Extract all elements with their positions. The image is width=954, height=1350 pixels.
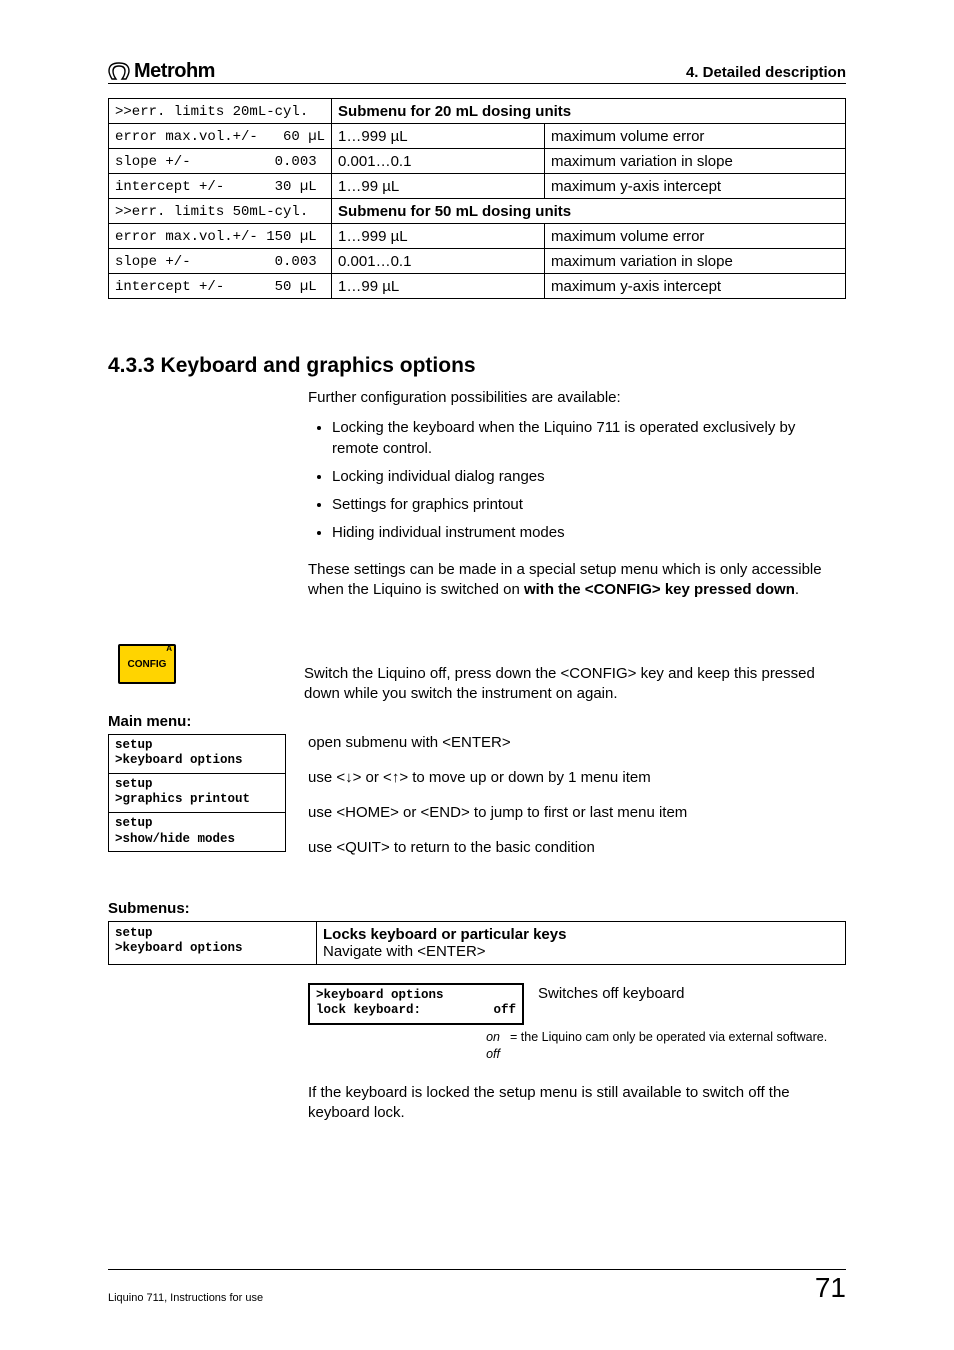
- page-header: Metrohm 4. Detailed description: [108, 60, 846, 84]
- limits-cell: intercept +/- 30 µL: [115, 179, 317, 195]
- menu-desc-quit: use <QUIT> to return to the basic condit…: [308, 839, 846, 856]
- limits-subheader: Submenu for 20 mL dosing units: [332, 99, 846, 124]
- main-menu-label: Main menu:: [108, 713, 846, 730]
- limits-range: 1…999 µL: [332, 124, 545, 149]
- config-key-superscript: A: [166, 644, 172, 653]
- limits-cell: slope +/- 0.003: [115, 254, 317, 270]
- limits-range: 0.001…0.1: [332, 249, 545, 274]
- limits-cell: slope +/- 0.003: [115, 154, 317, 170]
- brand-logo: Metrohm: [108, 60, 215, 83]
- section-note: These settings can be made in a special …: [308, 560, 846, 601]
- keyboard-options-box: >keyboard options lock keyboard: off: [308, 983, 524, 1025]
- feature-item: Locking the keyboard when the Liquino 71…: [332, 418, 846, 459]
- kb-options-detail: on = the Liquino cam only be operated vi…: [476, 1029, 846, 1063]
- limits-desc: maximum y-axis intercept: [545, 174, 846, 199]
- error-limits-table: >>err. limits 20mL-cyl. Submenu for 20 mL…: [108, 98, 846, 299]
- config-key-icon: A CONFIG: [118, 644, 176, 684]
- limits-range: 1…999 µL: [332, 224, 545, 249]
- feature-item: Settings for graphics printout: [332, 495, 846, 515]
- menu-desc-arrows: use <↓> or <↑> to move up or down by 1 m…: [308, 769, 846, 786]
- menu-item-stack: setup >keyboard optionssetup >graphics p…: [108, 734, 286, 853]
- submenu-right-title: Locks keyboard or particular keys: [323, 926, 839, 943]
- feature-list: Locking the keyboard when the Liquino 71…: [308, 418, 846, 543]
- limits-desc: maximum variation in slope: [545, 249, 846, 274]
- submenu-right-text: Navigate with <ENTER>: [323, 943, 839, 960]
- submenu-left: setup >keyboard options: [115, 926, 310, 957]
- limits-cell: intercept +/- 50 µL: [115, 279, 317, 295]
- feature-item: Hiding individual instrument modes: [332, 523, 846, 543]
- kb-box-left: >keyboard options lock keyboard:: [316, 988, 444, 1019]
- opt-on-text: = the Liquino cam only be operated via e…: [510, 1029, 827, 1046]
- section-heading: 4.3.3 Keyboard and graphics options: [108, 354, 846, 378]
- limits-desc: maximum y-axis intercept: [545, 274, 846, 299]
- limits-desc: maximum volume error: [545, 224, 846, 249]
- limits-cell: >>err. limits 50mL-cyl.: [115, 204, 308, 220]
- kb-tail-note: If the keyboard is locked the setup menu…: [308, 1083, 846, 1124]
- config-key-label: CONFIG: [128, 659, 167, 670]
- menu-descriptions: open submenu with <ENTER> use <↓> or <↑>…: [308, 734, 846, 874]
- limits-cell: >>err. limits 20mL-cyl.: [115, 104, 308, 120]
- menu-item-box: setup >keyboard options: [108, 734, 286, 774]
- submenu-table: setup >keyboard options Locks keyboard o…: [108, 921, 846, 965]
- kb-switches-text: Switches off keyboard: [538, 983, 846, 1002]
- opt-on-label: on: [476, 1029, 500, 1046]
- limits-range: 0.001…0.1: [332, 149, 545, 174]
- menu-item-box: setup >show/hide modes: [108, 813, 286, 852]
- limits-range: 1…99 µL: [332, 274, 545, 299]
- submenus-label: Submenus:: [108, 900, 846, 917]
- note-bold: with the <CONFIG> key pressed down: [524, 581, 795, 598]
- limits-desc: maximum volume error: [545, 124, 846, 149]
- menu-desc-home-end: use <HOME> or <END> to jump to first or …: [308, 804, 846, 821]
- metrohm-omega-icon: [108, 62, 130, 82]
- limits-subheader: Submenu for 50 mL dosing units: [332, 199, 846, 224]
- limits-range: 1…99 µL: [332, 174, 545, 199]
- footer-doc-title: Liquino 711, Instructions for use: [108, 1292, 263, 1304]
- menu-item-box: setup >graphics printout: [108, 774, 286, 813]
- header-section-title: 4. Detailed description: [686, 64, 846, 81]
- page-number: 71: [815, 1272, 846, 1304]
- section-intro: Further configuration possibilities are …: [308, 388, 846, 408]
- opt-off-label: off: [476, 1046, 500, 1063]
- note-post: .: [795, 581, 799, 598]
- limits-cell: error max.vol.+/- 60 µL: [115, 129, 325, 145]
- brand-name: Metrohm: [134, 60, 215, 83]
- kb-box-right: off: [493, 1003, 516, 1019]
- limits-desc: maximum variation in slope: [545, 149, 846, 174]
- menu-desc-enter: open submenu with <ENTER>: [308, 734, 846, 751]
- page-footer: Liquino 711, Instructions for use 71: [108, 1269, 846, 1304]
- config-instruction: Switch the Liquino off, press down the <…: [304, 664, 846, 705]
- feature-item: Locking individual dialog ranges: [332, 467, 846, 487]
- limits-cell: error max.vol.+/- 150 µL: [115, 229, 317, 245]
